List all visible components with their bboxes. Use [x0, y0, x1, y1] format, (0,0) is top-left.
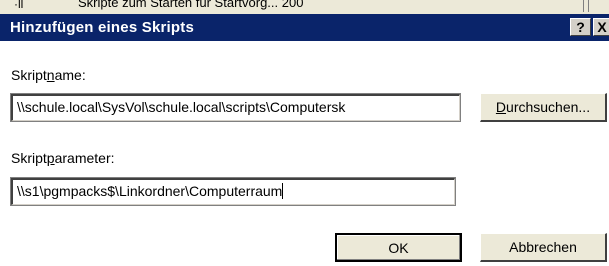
add-script-dialog: Hinzufügen eines Skripts ? X Skriptname:…: [0, 14, 609, 266]
cancel-label: Abbrechen: [509, 239, 577, 255]
script-params-input[interactable]: \\s1\pgmpacks$\Linkordner\Computerraum: [10, 177, 456, 206]
script-name-value: \\schule.local\SysVol\schule.local\scrip…: [17, 99, 346, 115]
dialog-title: Hinzufügen eines Skripts: [10, 19, 194, 36]
close-icon: X: [597, 19, 607, 35]
text-caret: [282, 183, 284, 199]
cancel-button[interactable]: Abbrechen: [480, 233, 607, 262]
ok-button[interactable]: OK: [335, 233, 462, 262]
background-window-text: Skripte zum Starten für Startvorg... 200: [78, 0, 304, 10]
screen: ·ll Skripte zum Starten für Startvorg...…: [0, 0, 609, 266]
close-button[interactable]: X: [593, 18, 609, 36]
title-bar[interactable]: Hinzufügen eines Skripts ? X: [0, 14, 609, 41]
script-params-value: \\s1\pgmpacks$\Linkordner\Computerraum: [17, 183, 283, 199]
script-name-input[interactable]: \\schule.local\SysVol\schule.local\scrip…: [10, 93, 461, 122]
background-window-scroll: [583, 0, 589, 12]
background-window-mark: ·ll: [14, 0, 24, 11]
browse-button[interactable]: Durchsuchen...: [480, 93, 607, 122]
help-button[interactable]: ?: [570, 18, 591, 36]
script-params-label: Skriptparameter:: [11, 150, 115, 166]
script-name-label: Skriptname:: [11, 67, 86, 83]
ok-label: OK: [388, 240, 409, 256]
help-icon: ?: [576, 19, 585, 35]
